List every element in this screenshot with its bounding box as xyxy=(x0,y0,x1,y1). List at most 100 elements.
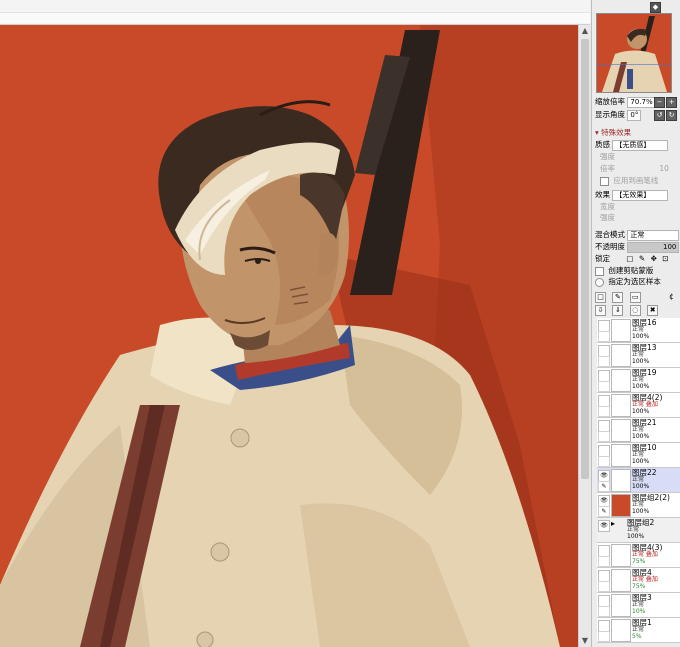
layer-list: 图层16 正常 100% 图层13 正常 100% 图层19 正常 100% 图… xyxy=(597,318,680,643)
zoom-in-icon[interactable]: + xyxy=(666,97,677,108)
layer-item[interactable]: 图层13 正常 100% xyxy=(597,343,680,368)
angle-row: 显示角度 0° xyxy=(595,109,642,121)
texture-apply-checkbox[interactable] xyxy=(600,176,609,186)
new-layer-icon[interactable]: □ xyxy=(595,291,606,303)
new-pen-layer-icon[interactable]: ✎ xyxy=(612,291,624,303)
layer-opacity: 75% xyxy=(632,558,646,565)
layer-lock-icon[interactable] xyxy=(598,556,610,567)
layer-lock-icon[interactable] xyxy=(598,581,610,592)
layer-lock-icon[interactable] xyxy=(598,456,610,467)
artwork-illustration xyxy=(0,25,578,647)
layer-item[interactable]: 图层21 正常 100% xyxy=(597,418,680,443)
lock-pixels-icon[interactable]: ▢ xyxy=(626,254,633,263)
layer-opacity: 100% xyxy=(632,433,650,440)
layer-properties-icon[interactable]: ¢ xyxy=(669,292,674,301)
clip-checkbox[interactable] xyxy=(595,266,604,276)
layer-opacity: 100% xyxy=(632,333,650,340)
sample-label: 指定为选区样本 xyxy=(608,277,661,286)
merge-down-icon[interactable]: ⇓ xyxy=(612,304,624,316)
layer-thumbnail xyxy=(611,494,631,517)
layer-brush-icon[interactable]: ✎ xyxy=(598,506,610,517)
navigator-thumbnail-image xyxy=(597,14,671,92)
clear-layer-icon[interactable]: ◌ xyxy=(629,304,641,316)
top-toolbar xyxy=(0,0,590,25)
lock-move-icon[interactable]: ✥ xyxy=(651,254,657,263)
canvas-vertical-scrollbar[interactable]: ▲ ▼ xyxy=(578,25,591,647)
texture-row: 质感 【无质感】 xyxy=(595,139,669,151)
drawing-canvas[interactable] xyxy=(0,25,578,647)
folder-expand-icon[interactable]: ▸ xyxy=(611,519,621,540)
texture-apply-row[interactable]: 应用到画笔线 xyxy=(600,175,658,186)
layer-opacity: 100% xyxy=(632,508,650,515)
rotate-right-icon[interactable]: ↻ xyxy=(666,110,677,121)
effect-label: 效果 xyxy=(595,190,610,199)
new-folder-icon[interactable]: ▭ xyxy=(629,291,641,303)
effect-strength-label: 强度 xyxy=(600,213,615,222)
layer-opacity: 100% xyxy=(632,383,650,390)
layer-item[interactable]: 👁 ✎ 图层组2(2) 正常 100% xyxy=(597,493,680,518)
layer-lock-icon[interactable] xyxy=(598,606,610,617)
layer-item[interactable]: 图层4 正常 叠加 75% xyxy=(597,568,680,593)
navigator-menu-icon[interactable]: ◆ xyxy=(650,2,661,13)
lock-row: 锁定 ▢ ✎ ✥ ⊡ xyxy=(595,253,669,264)
layer-toolbar-1: □ ✎ ▭ ¢ xyxy=(595,291,674,303)
layer-item[interactable]: 图层4(2) 正常 叠加 100% xyxy=(597,393,680,418)
clip-label: 创建剪贴蒙版 xyxy=(608,266,654,275)
texture-strength-label: 强度 xyxy=(600,152,615,161)
zoom-value[interactable]: 70.7% xyxy=(627,96,656,108)
layer-item[interactable]: 图层4(3) 正常 叠加 75% xyxy=(597,543,680,568)
layer-item[interactable]: 图层1 正常 5% xyxy=(597,618,680,643)
visibility-toggle-icon[interactable]: 👁 xyxy=(598,520,610,532)
layer-lock-icon[interactable] xyxy=(598,381,610,392)
navigator-preview[interactable] xyxy=(596,13,672,93)
layer-folder[interactable]: 👁 ▸ 图层组2 正常 100% xyxy=(597,518,680,543)
layer-opacity: 10% xyxy=(632,608,646,615)
layer-toolbar-2: ⇩ ⇓ ◌ ✖ xyxy=(595,304,662,316)
layer-thumbnail xyxy=(611,444,631,467)
effects-collapse-icon: ▾ xyxy=(595,128,599,137)
texture-label: 质感 xyxy=(595,140,610,149)
layer-item[interactable]: 图层19 正常 100% xyxy=(597,368,680,393)
effect-select[interactable]: 【无效果】 xyxy=(612,189,669,201)
scroll-down-icon[interactable]: ▼ xyxy=(579,635,591,647)
texture-scale-row: 倍率 10 xyxy=(600,163,669,174)
lock-all-icon[interactable]: ⊡ xyxy=(662,254,668,263)
layer-lock-icon[interactable] xyxy=(598,356,610,367)
layer-item[interactable]: 图层3 正常 10% xyxy=(597,593,680,618)
layer-thumbnail xyxy=(611,569,631,592)
layer-lock-icon[interactable] xyxy=(598,406,610,417)
effect-width-label: 宽度 xyxy=(600,202,615,211)
lock-brush-icon[interactable]: ✎ xyxy=(639,254,645,263)
texture-select[interactable]: 【无质感】 xyxy=(612,139,669,151)
layer-lock-icon[interactable] xyxy=(598,431,610,442)
opacity-label: 不透明度 xyxy=(595,242,625,251)
sample-row[interactable]: 指定为选区样本 xyxy=(595,276,661,287)
layer-brush-icon[interactable]: ✎ xyxy=(598,481,610,492)
effects-header-label: 特殊效果 xyxy=(601,128,632,137)
opacity-slider[interactable]: 100 xyxy=(627,241,680,253)
rotate-left-icon[interactable]: ↺ xyxy=(654,110,665,121)
layer-lock-icon[interactable] xyxy=(598,631,610,642)
layer-opacity: 100% xyxy=(632,483,650,490)
blend-mode-select[interactable]: 正常 xyxy=(627,229,680,241)
delete-layer-icon[interactable]: ✖ xyxy=(647,304,659,316)
scrollbar-thumb[interactable] xyxy=(581,39,589,479)
effect-row: 效果 【无效果】 xyxy=(595,189,669,201)
effect-strength-row: 强度 xyxy=(600,212,615,223)
layer-opacity: 75% xyxy=(632,583,646,590)
layer-opacity: 5% xyxy=(632,633,642,640)
opacity-row: 不透明度 100 xyxy=(595,241,680,253)
angle-value[interactable]: 0° xyxy=(627,109,642,121)
layer-item[interactable]: 图层16 正常 100% xyxy=(597,318,680,343)
texture-scale-value[interactable]: 10 xyxy=(659,164,669,173)
layer-item-selected[interactable]: 👁 ✎ 图层22 正常 100% xyxy=(597,468,680,493)
sample-checkbox[interactable] xyxy=(595,277,604,287)
texture-apply-label: 应用到画笔线 xyxy=(613,176,659,185)
clip-row[interactable]: 创建剪贴蒙版 xyxy=(595,265,653,276)
layer-lock-icon[interactable] xyxy=(598,331,610,342)
scroll-up-icon[interactable]: ▲ xyxy=(579,25,591,37)
layer-item[interactable]: 图层10 正常 100% xyxy=(597,443,680,468)
transfer-down-icon[interactable]: ⇩ xyxy=(595,304,606,316)
effects-header[interactable]: ▾ 特殊效果 xyxy=(595,127,631,138)
zoom-out-icon[interactable]: − xyxy=(654,97,665,108)
